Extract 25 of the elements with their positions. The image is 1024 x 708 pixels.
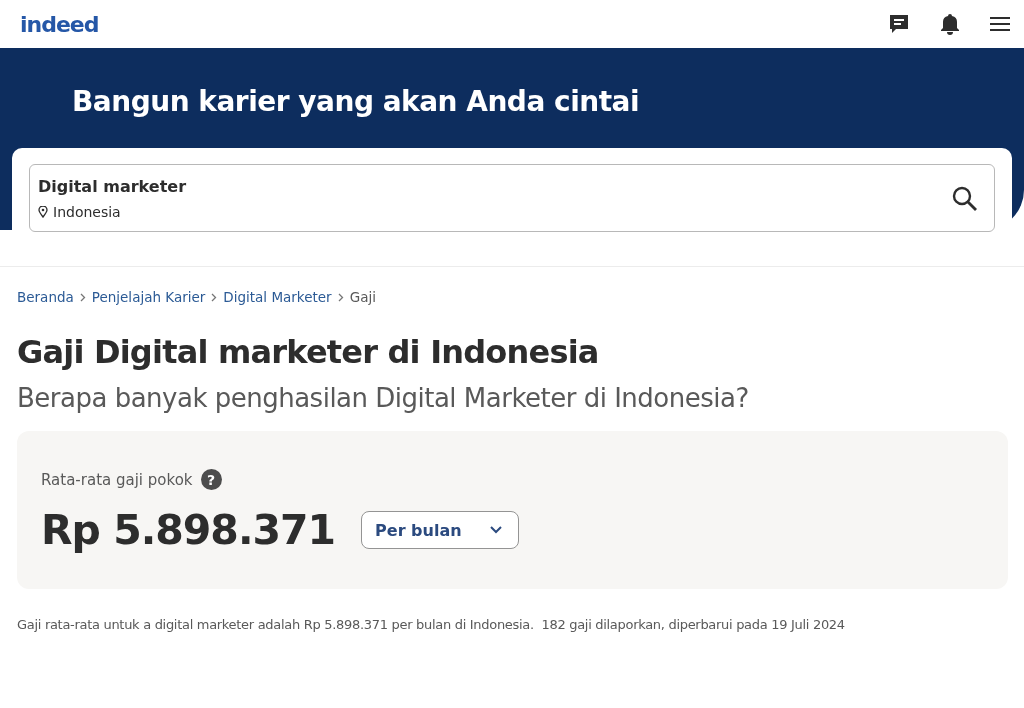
bell-icon[interactable]: [940, 13, 960, 35]
salary-summary: Gaji rata-rata untuk a digital marketer adalah Rp 5.898.371 per bulan di Indonesia. 182 gaji dilaporkan, diperbarui pada 19 Juli 2024: [17, 617, 846, 632]
chevron-down-icon: [489, 526, 502, 534]
chevron-right-icon: [211, 292, 218, 302]
period-dropdown[interactable]: Per bulan: [361, 511, 519, 549]
location-query[interactable]: Indonesia: [53, 204, 121, 220]
menu-icon[interactable]: [990, 16, 1010, 32]
page-title: Gaji Digital marketer di Indonesia: [17, 333, 600, 371]
location-pin-icon: [38, 206, 48, 218]
indeed-logo[interactable]: indeed: [20, 11, 99, 37]
breadcrumb-current: Gaji: [349, 289, 376, 305]
help-icon[interactable]: ?: [200, 469, 222, 490]
search-field[interactable]: Digital marketer Indonesia: [29, 164, 995, 232]
breadcrumb-link[interactable]: Digital Marketer: [223, 289, 332, 305]
hero-heading: Bangun karier yang akan Anda cintai: [72, 85, 641, 118]
salary-amount: Rp 5.898.371: [41, 506, 336, 554]
breadcrumb-link[interactable]: Penjelajah Karier: [91, 289, 206, 305]
salary-label: Rata-rata gaji pokok: [41, 470, 193, 489]
breadcrumb-link[interactable]: Beranda: [17, 289, 74, 305]
job-query[interactable]: Digital marketer: [38, 177, 186, 196]
chevron-right-icon: [79, 292, 86, 302]
page-subtitle: Berapa banyak penghasilan Digital Marketer di Indonesia?: [17, 383, 750, 413]
chevron-right-icon: [337, 292, 344, 302]
message-icon[interactable]: [888, 13, 910, 35]
search-icon[interactable]: [952, 185, 978, 212]
